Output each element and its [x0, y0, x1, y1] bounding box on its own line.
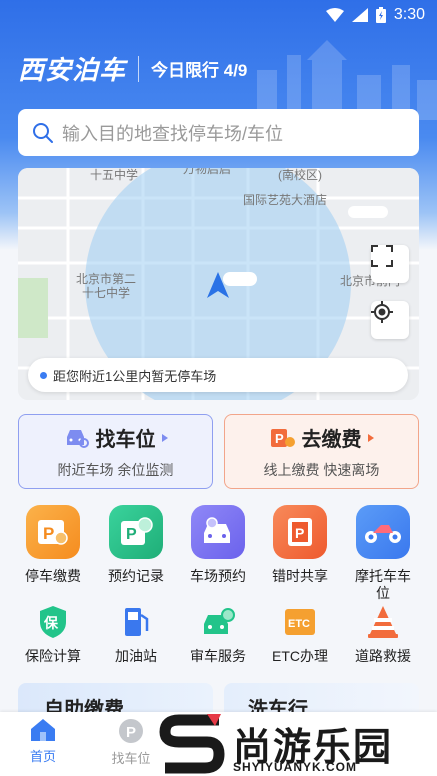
watermark-overlay: 尚游乐园 SHYIYUANYK.COM — [155, 712, 437, 776]
grid-item-gas-station[interactable]: 加油站 — [94, 604, 178, 666]
search-bar[interactable]: 输入目的地查找停车场/车位 — [18, 109, 419, 156]
motorcycle-icon — [356, 505, 410, 559]
map-label-school1: 十五中学 — [90, 168, 139, 182]
grid-item-insurance[interactable]: 保 保险计算 — [11, 604, 95, 666]
location-arrow-icon — [207, 272, 229, 298]
app-title: 西安泊车 — [18, 55, 127, 85]
find-parking-card[interactable]: 找车位 附近车场 余位监测 — [18, 414, 213, 489]
grid-item-reservation-record[interactable]: P 预约记录 — [94, 505, 178, 585]
parking-icon: P — [119, 719, 143, 743]
status-bar: 3:30 — [0, 0, 437, 30]
etc-icon: ETC — [282, 604, 318, 640]
parking-fee-icon: P — [26, 505, 80, 559]
find-parking-subtitle: 附近车场 余位监测 — [57, 462, 174, 478]
time-share-icon: P — [273, 505, 327, 559]
map-label-campus: (南校区) — [278, 168, 322, 182]
map-label-school2: 北京市第二 十七中学 — [76, 272, 137, 300]
search-icon — [33, 122, 53, 143]
grid-item-lot-booking[interactable]: 车场预约 — [176, 505, 260, 585]
grid-item-etc[interactable]: ETC ETC办理 — [258, 604, 342, 666]
parking-pay-icon: P — [270, 428, 295, 447]
svg-text:P: P — [43, 524, 54, 543]
gas-station-icon — [118, 604, 154, 640]
search-placeholder: 输入目的地查找停车场/车位 — [62, 123, 283, 144]
map-tip-text: 距您附近1公里内暂无停车场 — [53, 368, 217, 384]
map-view[interactable]: 十五中学 万物启启 (南校区) 国际艺苑大酒店 北京市第二 十七中学 北京市前门… — [18, 168, 419, 400]
title-row: 西安泊车 今日限行 4/9 — [18, 50, 247, 87]
city-skyline-decoration — [257, 40, 437, 120]
nav-find-parking[interactable]: P 找车位 — [101, 718, 161, 767]
grid-item-time-share[interactable]: P 错时共享 — [258, 505, 342, 585]
watermark-logo-icon — [159, 714, 225, 774]
chevron-right-icon — [367, 433, 374, 442]
home-icon — [31, 719, 55, 741]
svg-text:P: P — [126, 526, 137, 543]
grid-item-parking-fee[interactable]: P 停车缴费 — [11, 505, 95, 585]
svg-text:P: P — [275, 431, 284, 446]
svg-text:P: P — [295, 525, 304, 541]
insurance-icon: 保 — [35, 604, 71, 640]
chevron-right-icon — [161, 433, 168, 442]
map-label-hotel: 国际艺苑大酒店 — [243, 193, 328, 207]
grid-item-motorcycle[interactable]: 摩托车车位 — [341, 505, 425, 602]
car-search-icon — [66, 429, 89, 448]
fullscreen-button[interactable] — [371, 245, 409, 283]
reservation-record-icon: P — [109, 505, 163, 559]
tip-dot-icon — [40, 371, 47, 379]
locate-button[interactable] — [371, 301, 409, 339]
title-divider — [138, 55, 140, 82]
wifi-icon — [325, 8, 344, 22]
car-inspection-icon — [200, 604, 236, 640]
status-time: 3:30 — [393, 6, 425, 23]
svg-text:ETC: ETC — [288, 618, 310, 630]
signal-icon — [351, 8, 368, 22]
svg-text:P: P — [126, 724, 136, 741]
traffic-limit-text: 今日限行 4/9 — [151, 61, 248, 80]
fullscreen-icon — [371, 245, 393, 267]
battery-icon — [375, 7, 386, 23]
go-pay-subtitle: 线上缴费 快速离场 — [263, 462, 380, 478]
map-label-top: 万物启启 — [183, 168, 232, 176]
lot-booking-icon — [191, 505, 245, 559]
find-parking-title: 找车位 — [95, 429, 156, 451]
locate-icon — [371, 301, 393, 323]
nav-home[interactable]: 首页 — [13, 718, 73, 765]
go-pay-card[interactable]: P 去缴费 线上缴费 快速离场 — [224, 414, 419, 489]
map-tip: 距您附近1公里内暂无停车场 — [28, 358, 408, 392]
grid-item-road-rescue[interactable]: 道路救援 — [341, 604, 425, 666]
go-pay-title: 去缴费 — [301, 429, 362, 451]
road-rescue-icon — [365, 604, 401, 640]
watermark-url: SHYIYUANYK.COM — [233, 760, 358, 774]
svg-text:保: 保 — [43, 615, 59, 632]
grid-item-car-inspection[interactable]: 审车服务 — [176, 604, 260, 666]
